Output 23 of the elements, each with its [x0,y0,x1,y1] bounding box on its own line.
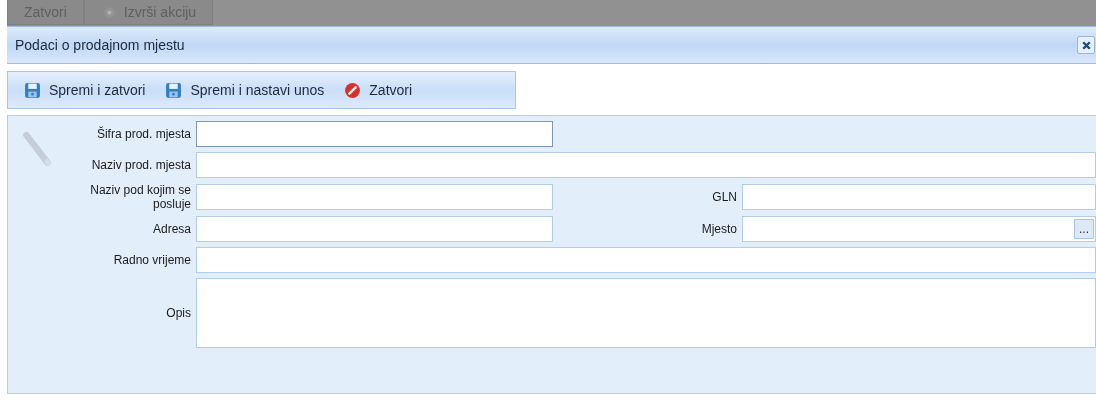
input-field[interactable] [196,152,1096,178]
field-label: Mjesto [700,222,738,236]
stop-icon [344,81,362,99]
field-label: Adresa [151,222,192,236]
close-button[interactable]: Zatvori [338,81,419,99]
lookup-field[interactable]: ... [742,216,1096,242]
input-field[interactable] [196,247,1096,273]
input-field[interactable] [196,216,553,242]
lookup-button[interactable]: ... [1074,219,1094,239]
save-button[interactable]: Spremi i nastavi unos [159,81,331,99]
window-title: Podaci o prodajnom mjestu [15,37,185,53]
input-field[interactable] [196,184,553,210]
field-label: Opis [165,306,192,320]
field-label: Šifra prod. mjesta [95,127,192,141]
text-area[interactable] [196,278,1096,348]
close-button[interactable] [1077,36,1095,54]
field-label: Naziv prod. mjesta [90,158,192,172]
input-field[interactable] [742,184,1096,210]
field-label: Naziv pod kojim se posluje [89,183,192,211]
save-button[interactable]: Spremi i zatvori [18,81,152,99]
field-label: Radno vrijeme [112,253,192,267]
field-label: GLN [711,190,738,204]
input-field[interactable] [196,121,553,147]
